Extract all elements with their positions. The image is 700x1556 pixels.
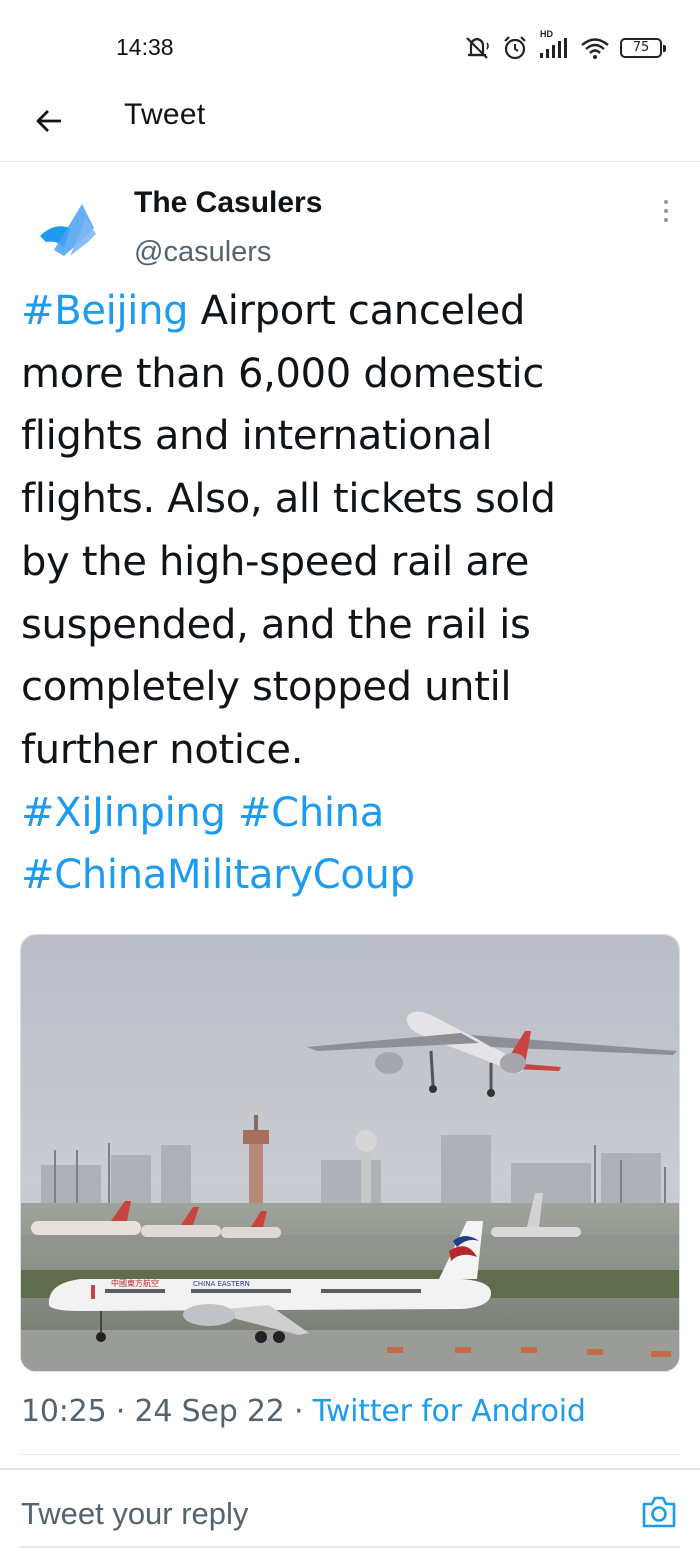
tweet-time: 10:25 — [21, 1394, 107, 1429]
reply-bar — [0, 1470, 700, 1556]
airport-photo: 中國東方航空 CHINA EASTERN — [21, 935, 679, 1371]
livery-text-en: CHINA EASTERN — [193, 1280, 250, 1288]
tweet-line: flights and international — [21, 413, 493, 460]
tweet-source-link[interactable]: Twitter for Android — [313, 1394, 586, 1429]
status-time: 14:38 — [116, 34, 174, 60]
tweet-photo[interactable]: 中國東方航空 CHINA EASTERN — [20, 934, 680, 1372]
author-handle[interactable]: @casulers — [134, 236, 271, 269]
alarm-icon — [502, 35, 528, 61]
camera-icon — [642, 1496, 676, 1528]
tweet-line: flights. Also, all tickets sold — [21, 476, 556, 523]
tweet-line-text: Airport canceled — [188, 288, 526, 334]
tweet-line: suspended, and the rail is — [21, 601, 531, 648]
arrow-left-icon — [34, 108, 64, 139]
meta-separator: · — [284, 1394, 313, 1429]
meta-separator: · — [106, 1394, 135, 1429]
mute-icon — [462, 35, 492, 61]
tweet-line: #XiJinping #China — [21, 782, 681, 845]
hashtag-link[interactable]: #ChinaMilitaryCoup — [21, 852, 415, 898]
top-app-bar: Tweet — [0, 92, 700, 162]
back-button[interactable] — [24, 98, 74, 148]
author-avatar[interactable] — [24, 188, 120, 284]
tweet-date: 24 Sep 22 — [134, 1394, 285, 1429]
casulers-logo-icon — [26, 190, 118, 282]
divider — [20, 1454, 680, 1455]
tweet-line: more than 6,000 domestic — [21, 350, 545, 397]
status-bar: 14:38 HD 75 — [0, 0, 700, 92]
camera-button[interactable] — [640, 1494, 678, 1530]
reply-underline — [20, 1546, 680, 1548]
tweet-meta: 10:25 · 24 Sep 22 · Twitter for Android — [21, 1394, 586, 1429]
tweet-line: completely stopped until — [21, 664, 512, 711]
more-dot — [664, 200, 668, 204]
more-options-button[interactable] — [654, 196, 678, 226]
signal-icon: HD — [538, 29, 570, 61]
livery-text-cn: 中國東方航空 — [111, 1278, 159, 1288]
hashtag-link[interactable]: #Beijing — [21, 288, 189, 334]
hashtag-link[interactable]: #China — [238, 790, 384, 836]
tweet-line: further notice. — [21, 726, 304, 773]
wifi-icon — [580, 36, 610, 60]
tweet-line: by the high-speed rail are — [21, 538, 530, 585]
page-title: Tweet — [124, 98, 206, 131]
tweet-text: #Beijing Airport canceled more than 6,00… — [21, 280, 681, 907]
reply-input[interactable] — [21, 1492, 621, 1536]
tweet-line: #ChinaMilitaryCoup — [21, 844, 681, 907]
hashtag-link[interactable]: #XiJinping — [21, 790, 226, 836]
battery-icon: 75 — [620, 38, 666, 58]
more-dot — [664, 209, 668, 213]
status-icons: HD 75 — [462, 29, 666, 62]
tweet-line: #Beijing Airport canceled — [21, 280, 681, 343]
more-dot — [664, 218, 668, 222]
hd-label: HD — [540, 29, 553, 39]
author-display-name[interactable]: The Casulers — [134, 186, 322, 220]
